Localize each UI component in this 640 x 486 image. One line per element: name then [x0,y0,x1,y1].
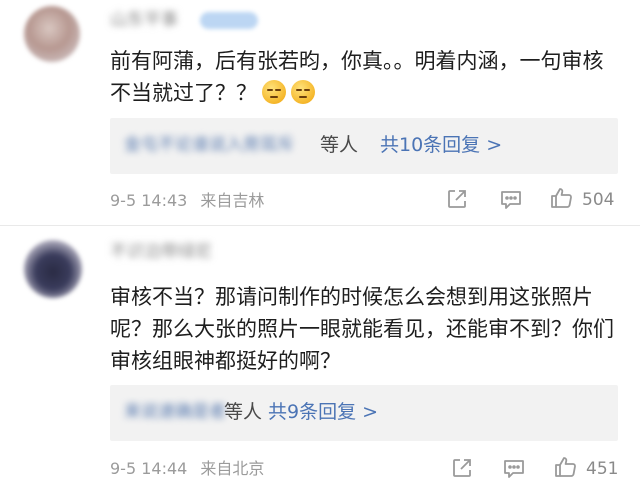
like-count: 504 [582,190,615,210]
username[interactable]: 不识泊带绿尼 [110,242,212,262]
comment-location: 来自吉林 [200,191,265,210]
reply-count-link[interactable]: 共10条回复 > [380,132,502,158]
face-with-tears-emoji [291,80,315,104]
like-icon[interactable] [549,186,575,210]
share-icon[interactable] [451,457,473,479]
avatar[interactable] [24,240,82,298]
reply-users: 金屯不论谁说入旁耳斥 [124,135,294,155]
comment-time: 9-5 14:43 [110,191,188,210]
comment-meta: 9-5 14:44 来自北京 [110,459,264,479]
reply-preview[interactable]: 来说速确是者 等人 共9条回复 > [110,385,618,441]
reply-preview[interactable]: 金屯不论谁说入旁耳斥 等人 共10条回复 > [110,118,618,174]
comment-icon[interactable] [499,189,523,211]
comment-time: 9-5 14:44 [110,459,188,478]
reply-users: 来说速确是者 [124,402,226,422]
comment-text-content: 前有阿蒲，后有张若昀，你真。。明着内涵，一句审核不当就过了？？ [110,49,604,105]
face-with-tears-emoji [262,80,286,104]
reply-count-link[interactable]: 共9条回复 > [268,399,378,425]
comment-location: 来自北京 [200,459,265,478]
comment-divider [0,225,640,226]
comment-text: 前有阿蒲，后有张若昀，你真。。明着内涵，一句审核不当就过了？？ [110,45,615,109]
comment-meta: 9-5 14:43 来自吉林 [110,191,264,211]
username[interactable]: 山东平事 [110,10,178,30]
share-icon[interactable] [446,188,468,210]
like-icon[interactable] [553,455,579,479]
avatar[interactable] [24,6,80,62]
comment-text: 审核不当？那请问制作的时候怎么会想到用这张照片呢？那么大张的照片一眼就能看见，还… [110,281,615,377]
comment-text-content: 审核不当？那请问制作的时候怎么会想到用这张照片呢？那么大张的照片一眼就能看见，还… [110,285,614,373]
vip-badge [200,12,258,29]
comment-icon[interactable] [502,458,526,480]
reply-suffix: 等人 [320,134,359,156]
like-count: 451 [586,459,619,479]
reply-suffix: 等人 [224,401,263,423]
